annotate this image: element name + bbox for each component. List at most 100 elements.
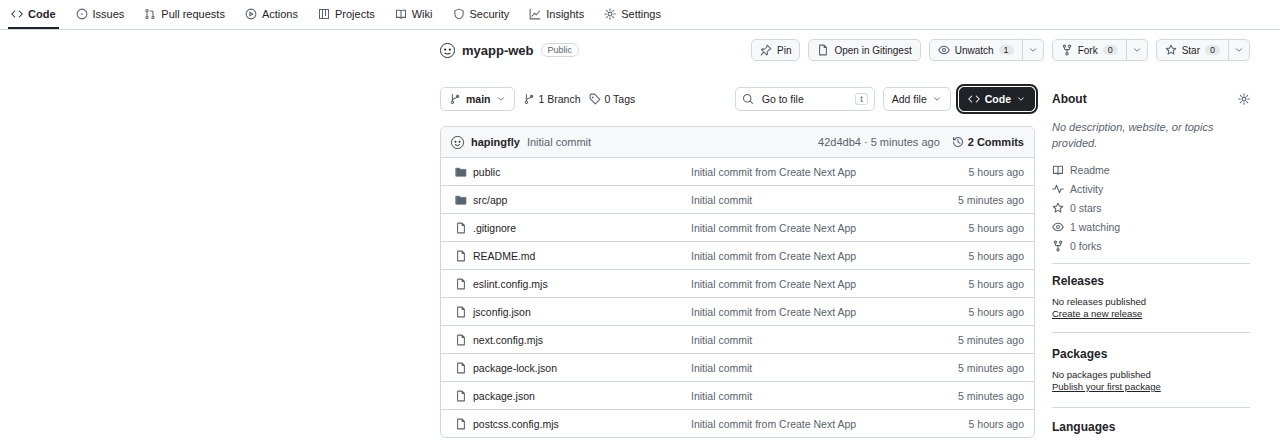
unwatch-button[interactable]: Unwatch1 <box>929 39 1023 61</box>
commit-author[interactable]: hapingfly <box>471 136 520 148</box>
caret-icon <box>1016 94 1026 104</box>
file-row[interactable]: next.config.mjsInitial commit5 minutes a… <box>441 325 1034 353</box>
pull-request-icon <box>144 8 156 20</box>
file-row[interactable]: jsconfig.json Initial commit from Create … <box>441 297 1034 325</box>
file-commit-message[interactable]: Initial commit <box>691 194 958 206</box>
shield-icon <box>453 8 465 20</box>
file-name[interactable]: package.json <box>473 390 535 402</box>
about-link[interactable]: 0 stars <box>1052 198 1250 217</box>
nav-tab[interactable]: Issues <box>73 0 128 29</box>
table-icon <box>318 8 330 20</box>
go-to-file-field[interactable]: t <box>735 87 875 111</box>
publish-package-link[interactable]: Publish your first package <box>1052 381 1250 393</box>
file-name[interactable]: src/app <box>473 194 507 206</box>
nav-tab-label: Issues <box>93 8 125 20</box>
file-name-cell: public <box>455 166 691 178</box>
gitingest-button[interactable]: Open in Gitingest <box>808 39 920 61</box>
file-name[interactable]: jsconfig.json <box>473 306 531 318</box>
nav-tab[interactable]: Settings <box>601 0 664 29</box>
file-commit-message[interactable]: Initial commit <box>691 390 958 402</box>
file-commit-message[interactable]: Initial commit from Create Next App <box>691 306 969 318</box>
packages-section: PackagesNo packages publishedPublish you… <box>1052 332 1250 393</box>
file-commit-message[interactable]: Initial commit from Create Next App <box>691 278 969 290</box>
file-row[interactable]: .gitignore Initial commit from Create Nex… <box>441 213 1034 241</box>
file-name[interactable]: package-lock.json <box>473 362 557 374</box>
visibility-badge: Public <box>541 43 580 57</box>
star-button[interactable]: Star0 <box>1156 39 1229 61</box>
packages-title[interactable]: Packages <box>1052 345 1250 363</box>
nav-tab[interactable]: Code <box>8 0 59 29</box>
shortcut-key: t <box>855 93 868 105</box>
file-commit-message[interactable]: Initial commit from Create Next App <box>691 250 969 262</box>
file-table: hapingfly Initial commit 42d4db4 · 5 minut… <box>440 126 1035 438</box>
commits-link[interactable]: 2 Commits <box>952 136 1024 148</box>
about-link[interactable]: 0 forks <box>1052 236 1250 255</box>
file-commit-time: 5 hours ago <box>969 166 1024 178</box>
go-to-file-input[interactable] <box>760 92 849 106</box>
nav-tab-label: Settings <box>621 8 661 20</box>
file-name[interactable]: README.md <box>473 250 535 262</box>
repo-name[interactable]: myapp-web <box>462 43 534 58</box>
file-commit-message[interactable]: Initial commit from Create Next App <box>691 418 969 430</box>
file-name-cell: postcss.config.mjs <box>455 418 691 430</box>
file-commit-time: 5 hours ago <box>969 278 1024 290</box>
file-name[interactable]: postcss.config.mjs <box>473 418 559 430</box>
file-row[interactable]: src/appInitial commit5 minutes ago <box>441 185 1034 213</box>
file-name[interactable]: public <box>473 166 500 178</box>
repo-header: myapp-web Public Pin Open in Gitingest Unwat… <box>440 38 1250 62</box>
nav-tab[interactable]: Insights <box>526 0 587 29</box>
branch-select[interactable]: main <box>440 87 515 111</box>
file-row[interactable]: README.md Initial commit from Create Next… <box>441 241 1034 269</box>
file-row[interactable]: eslint.config.mjs Initial commit from Cre… <box>441 269 1034 297</box>
tags-link[interactable]: 0 Tags <box>589 93 636 105</box>
file-icon <box>455 418 467 430</box>
file-commit-message[interactable]: Initial commit from Create Next App <box>691 222 969 234</box>
file-commit-time: 5 hours ago <box>969 306 1024 318</box>
nav-tab[interactable]: Security <box>450 0 513 29</box>
about-link[interactable]: Activity <box>1052 179 1250 198</box>
nav-tab[interactable]: Actions <box>242 0 301 29</box>
code-button[interactable]: Code <box>959 87 1035 111</box>
eye-icon <box>938 44 950 56</box>
commit-message[interactable]: Initial commit <box>527 136 591 148</box>
fork-icon <box>1061 44 1073 56</box>
file-commit-message[interactable]: Initial commit <box>691 362 958 374</box>
commit-info: hapingfly Initial commit <box>451 136 591 149</box>
star-button-group: Star0 <box>1156 39 1250 61</box>
watch-dropdown[interactable] <box>1023 39 1044 61</box>
branches-link[interactable]: 1 Branch <box>523 93 581 105</box>
file-commit-time: 5 hours ago <box>969 222 1024 234</box>
nav-tab[interactable]: Wiki <box>392 0 436 29</box>
file-name-cell: README.md <box>455 250 691 262</box>
file-row[interactable]: public Initial commit from Create Next Ap… <box>441 157 1034 185</box>
releases-title[interactable]: Releases <box>1052 272 1250 290</box>
nav-tab-label: Wiki <box>412 8 433 20</box>
commit-hash-time[interactable]: 42d4db4 · 5 minutes ago <box>818 136 940 148</box>
star-dropdown[interactable] <box>1229 39 1250 61</box>
about-description: No description, website, or topics provi… <box>1052 119 1250 151</box>
fork-button[interactable]: Fork0 <box>1052 39 1127 61</box>
about-link[interactable]: 1 watching <box>1052 217 1250 236</box>
fork-dropdown[interactable] <box>1127 39 1148 61</box>
about-link[interactable]: Readme <box>1052 160 1250 179</box>
file-commit-message[interactable]: Initial commit <box>691 334 958 346</box>
nav-tab[interactable]: Projects <box>315 0 378 29</box>
file-name[interactable]: .gitignore <box>473 222 516 234</box>
file-row[interactable]: postcss.config.mjs Initial commit from Cr… <box>441 409 1034 437</box>
file-name-cell: jsconfig.json <box>455 306 691 318</box>
create-release-link[interactable]: Create a new release <box>1052 308 1250 320</box>
file-row[interactable]: package-lock.jsonInitial commit5 minutes… <box>441 353 1034 381</box>
latest-commit: hapingfly Initial commit 42d4db4 · 5 minut… <box>441 127 1034 157</box>
issue-icon <box>76 8 88 20</box>
file-name[interactable]: next.config.mjs <box>473 334 543 346</box>
gear-icon[interactable] <box>1238 93 1250 105</box>
pin-button[interactable]: Pin <box>751 39 800 61</box>
file-name[interactable]: eslint.config.mjs <box>473 278 548 290</box>
nav-tab[interactable]: Pull requests <box>141 0 228 29</box>
add-file-button[interactable]: Add file <box>883 87 951 111</box>
fork-button-group: Fork0 <box>1052 39 1148 61</box>
file-row[interactable]: package.jsonInitial commit5 minutes ago <box>441 381 1034 409</box>
file-commit-message[interactable]: Initial commit from Create Next App <box>691 166 969 178</box>
file-commit-time: 5 hours ago <box>969 250 1024 262</box>
tag-icon <box>589 93 601 105</box>
